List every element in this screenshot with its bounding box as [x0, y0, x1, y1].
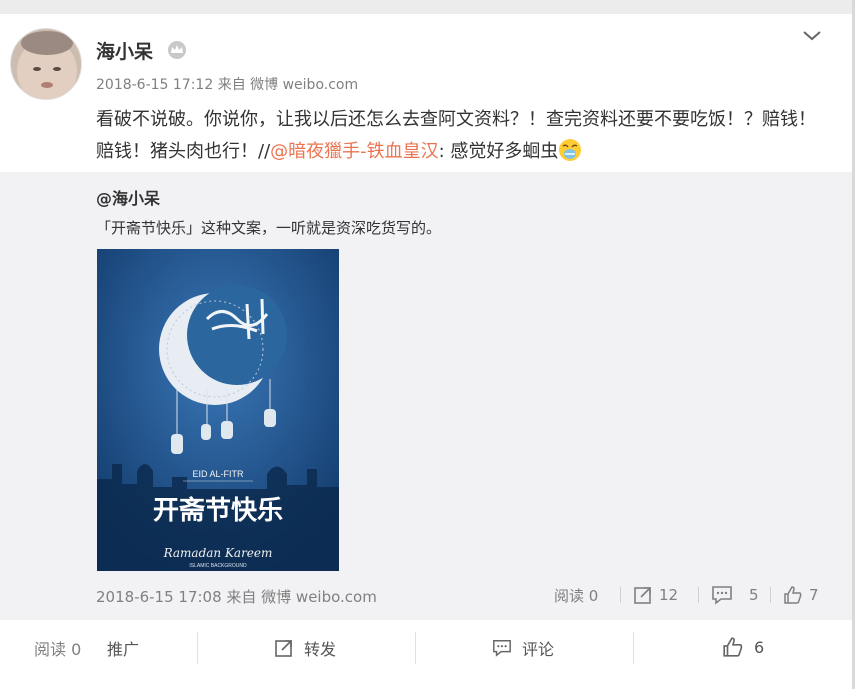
divider: [770, 587, 771, 603]
divider: [698, 587, 699, 603]
vomit-face-emoji-icon: [558, 138, 582, 162]
poster-title: 开斋节快乐: [153, 495, 283, 526]
repost-like-count: 7: [809, 586, 819, 604]
divider: [620, 587, 621, 603]
promote-label: 推广: [107, 640, 140, 659]
repost-read-count: 阅读 0: [554, 584, 598, 606]
avatar[interactable]: [10, 28, 82, 100]
comment-icon: [712, 586, 732, 605]
divider: [633, 632, 634, 664]
comment-button[interactable]: 评论: [492, 636, 554, 660]
forward-icon: [275, 640, 292, 657]
read-count: 阅读 0: [34, 636, 81, 660]
comment-icon: [493, 640, 511, 657]
author-name[interactable]: 海小呆: [96, 37, 153, 64]
chevron-down-icon[interactable]: [800, 27, 824, 45]
repost-comment-count: 5: [749, 586, 759, 604]
post-meta: 2018-6-15 17:12 来自 微博 weibo.com: [96, 77, 359, 93]
divider: [415, 632, 416, 664]
repost-forward-count: 12: [659, 586, 679, 604]
poster-sub: ISLAMIC BACKGROUND: [189, 563, 247, 569]
mention-link[interactable]: @暗夜獵手-铁血皇汉: [270, 141, 439, 162]
thumbs-up-icon: [723, 637, 743, 657]
read-count-label: 阅读 0: [34, 640, 82, 659]
repost-meta: 2018-6-15 17:08 来自 微博 weibo.com: [96, 588, 377, 606]
promote-button[interactable]: 推广: [107, 636, 139, 660]
like-count: 6: [754, 637, 765, 657]
forward-icon: [634, 587, 651, 604]
eid-poster-image[interactable]: EID AL-FITR 开斋节快乐 Ramadan Kareem ISLAMIC…: [97, 249, 339, 571]
repost-forward[interactable]: 12: [633, 584, 678, 606]
poster-eid-label: EID AL-FITR: [192, 469, 244, 479]
post-text-tail: : 感觉好多蛔虫: [438, 141, 559, 162]
forward-label: 转发: [304, 640, 337, 659]
repost-author[interactable]: @海小呆: [96, 185, 160, 209]
repost-comment[interactable]: 5: [711, 584, 759, 606]
comment-label: 评论: [522, 640, 555, 659]
crown-icon: [166, 39, 188, 61]
like-button[interactable]: 6: [722, 636, 764, 658]
thumbs-up-icon: [784, 586, 802, 604]
repost-read-label: 阅读 0: [554, 586, 599, 605]
repost-text: 「开斋节快乐」这种文案，一听就是资深吃货写的。: [96, 219, 442, 237]
forward-button[interactable]: 转发: [274, 636, 336, 660]
poster-greeting: Ramadan Kareem: [163, 546, 273, 560]
post-text: 看破不说破。你说你，让我以后还怎么去查阿文资料？！查完资料还要不要吃饭！？赔钱！…: [96, 104, 816, 168]
divider: [197, 632, 198, 664]
repost-like[interactable]: 7: [783, 584, 819, 606]
